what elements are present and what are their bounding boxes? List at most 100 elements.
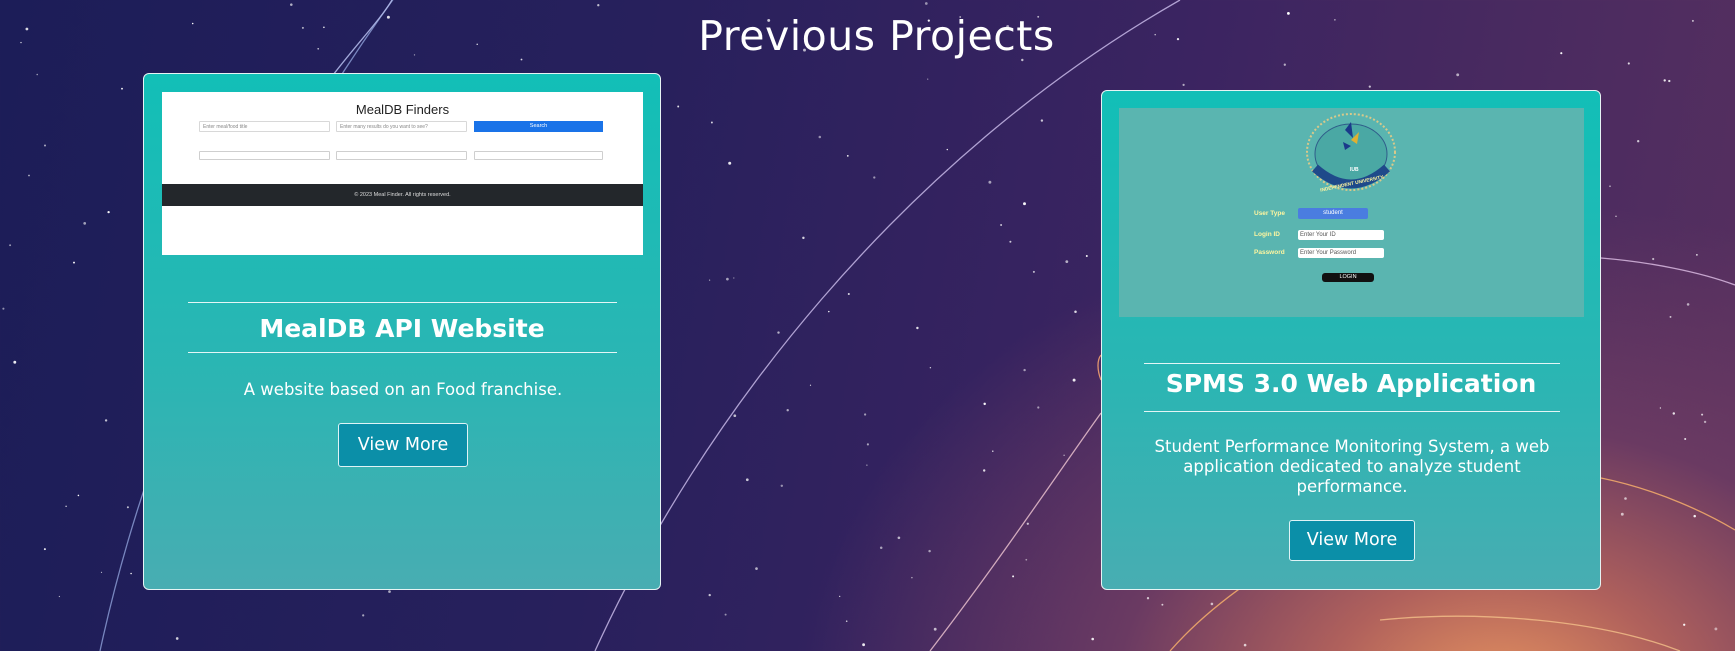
star: [1659, 407, 1662, 409]
title-divider-top: [188, 302, 617, 303]
mealdb-thumbnail[interactable]: MealDB Finders Enter meal/food title Ent…: [162, 92, 643, 255]
star: [1000, 224, 1003, 226]
star: [845, 620, 848, 622]
star: [1652, 257, 1655, 261]
mealdb-site-title: MealDB Finders: [355, 102, 450, 117]
star: [1040, 119, 1044, 122]
login-button: LOGIN: [1322, 273, 1374, 282]
star: [1243, 643, 1247, 647]
star: [1456, 73, 1460, 77]
star: [1025, 558, 1028, 561]
star: [1701, 413, 1704, 416]
view-more-button[interactable]: View More: [1289, 520, 1415, 561]
project-description: Student Performance Monitoring System, a…: [1154, 437, 1550, 496]
star: [175, 637, 179, 640]
star: [1063, 454, 1065, 456]
star: [809, 384, 812, 386]
star: [73, 261, 75, 264]
star: [802, 236, 805, 240]
mealdb-result-box: [474, 151, 603, 160]
star: [13, 360, 17, 364]
star: [130, 572, 132, 575]
star: [1620, 512, 1624, 516]
star: [1085, 255, 1088, 257]
project-title: MealDB API Website: [259, 314, 545, 343]
star: [988, 180, 992, 184]
login-id-input: Enter Your ID: [1298, 230, 1384, 240]
star: [1683, 623, 1686, 626]
star: [992, 450, 994, 452]
star: [597, 4, 600, 7]
title-divider-bottom: [1144, 411, 1560, 412]
star: [1714, 627, 1718, 631]
star: [1037, 406, 1040, 409]
star: [866, 443, 869, 446]
star: [862, 643, 866, 647]
star: [866, 464, 868, 466]
star: [1668, 79, 1671, 83]
star: [28, 174, 30, 177]
star: [929, 367, 932, 369]
star: [1074, 310, 1077, 314]
star: [733, 277, 735, 279]
star: [1091, 637, 1095, 641]
star: [1663, 79, 1666, 82]
project-card-mealdb: MealDB Finders Enter meal/food title Ent…: [143, 73, 661, 590]
star: [1368, 85, 1371, 88]
star: [724, 613, 727, 616]
page-title: Previous Projects: [0, 12, 1735, 60]
star: [745, 478, 749, 482]
title-divider-top: [1144, 363, 1560, 364]
star: [1210, 602, 1214, 606]
star: [100, 571, 103, 574]
star: [1065, 260, 1069, 263]
star: [1161, 603, 1164, 606]
spms-thumbnail[interactable]: IUB INDEPENDENT UNIVERSITY User Type stu…: [1119, 108, 1584, 317]
view-more-button[interactable]: View More: [338, 423, 468, 467]
star: [1624, 497, 1627, 500]
project-card-spms: IUB INDEPENDENT UNIVERSITY User Type stu…: [1101, 90, 1601, 590]
star: [677, 105, 680, 108]
star: [1023, 368, 1026, 372]
star: [1012, 575, 1015, 578]
title-divider-bottom: [188, 352, 617, 353]
mealdb-search-button: Search: [474, 121, 603, 132]
star: [9, 244, 12, 247]
star: [1023, 202, 1026, 206]
password-input: Enter Your Password: [1298, 248, 1384, 258]
star: [362, 614, 365, 617]
page-title-text: Previous Projects: [698, 12, 1055, 60]
star: [946, 148, 948, 151]
star: [1182, 83, 1185, 87]
star: [818, 135, 822, 139]
star: [933, 627, 937, 631]
star: [1072, 378, 1076, 382]
star: [847, 292, 850, 296]
star: [786, 409, 789, 412]
star: [708, 593, 711, 597]
star: [710, 121, 713, 124]
star: [1627, 62, 1630, 65]
star: [733, 414, 737, 418]
star: [1669, 315, 1672, 318]
star: [1609, 185, 1611, 188]
project-title: SPMS 3.0 Web Application: [1165, 369, 1537, 398]
mealdb-footer: © 2023 Meal Finder. All rights reserved.: [162, 184, 643, 206]
star: [708, 279, 711, 281]
star: [916, 326, 919, 330]
mealdb-result-box: [336, 151, 467, 160]
star: [1146, 597, 1150, 600]
star: [839, 595, 841, 598]
star: [1009, 240, 1012, 243]
star: [924, 2, 928, 5]
star: [83, 222, 87, 225]
star: [388, 590, 391, 593]
star: [863, 413, 867, 416]
star: [1637, 140, 1640, 143]
star: [846, 155, 849, 157]
star: [777, 331, 780, 334]
star: [1684, 437, 1687, 441]
star: [290, 3, 293, 6]
star: [755, 567, 758, 570]
star: [36, 73, 38, 76]
